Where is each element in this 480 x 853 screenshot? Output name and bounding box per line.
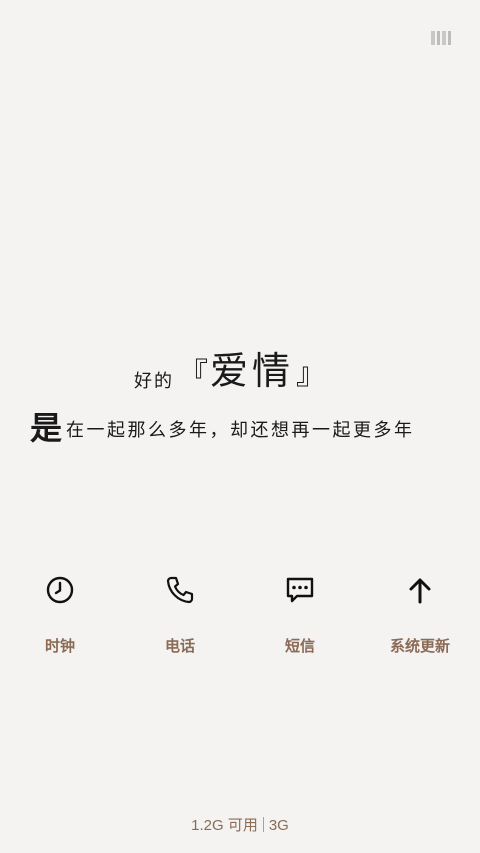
quote-rest: 在一起那么多年，却还想再一起更多年 [66,420,415,441]
shortcut-row: 时钟 电话 短信 系统更新 [0,570,480,670]
shortcut-system-update[interactable]: 系统更新 [360,570,480,656]
barcode-icon[interactable] [431,31,451,45]
memory-available: 1.2G 可用 [191,817,258,834]
quote-bracket-open: 『 [178,357,208,392]
quote-line-1: 好的 『 爱情 』 [134,338,326,398]
shortcut-label: 系统更新 [389,637,450,655]
shortcut-label: 电话 [164,637,195,655]
shortcut-label: 时钟 [44,637,75,655]
memory-divider [262,817,264,832]
phone-icon [160,570,200,610]
clock-icon [40,570,80,610]
quote-prefix: 好的 [134,371,174,392]
message-icon [280,570,320,610]
quote-widget: 好的 『 爱情 』 是 在一起那么多年，却还想再一起更多年 [0,330,480,450]
shortcut-phone[interactable]: 电话 [120,570,240,656]
shortcut-label: 短信 [284,637,315,655]
quote-bracket-close: 』 [296,357,327,392]
shortcut-clock[interactable]: 时钟 [0,570,120,656]
arrow-up-icon [400,570,440,610]
quote-highlight: 爱情 [210,349,295,393]
memory-status[interactable]: 1.2G 可用 3G [0,814,480,835]
quote-lead-char: 是 [30,409,63,447]
memory-total: 3G [268,817,289,834]
quote-line-2: 是 在一起那么多年，却还想再一起更多年 [30,412,415,444]
shortcut-messages[interactable]: 短信 [240,570,360,656]
